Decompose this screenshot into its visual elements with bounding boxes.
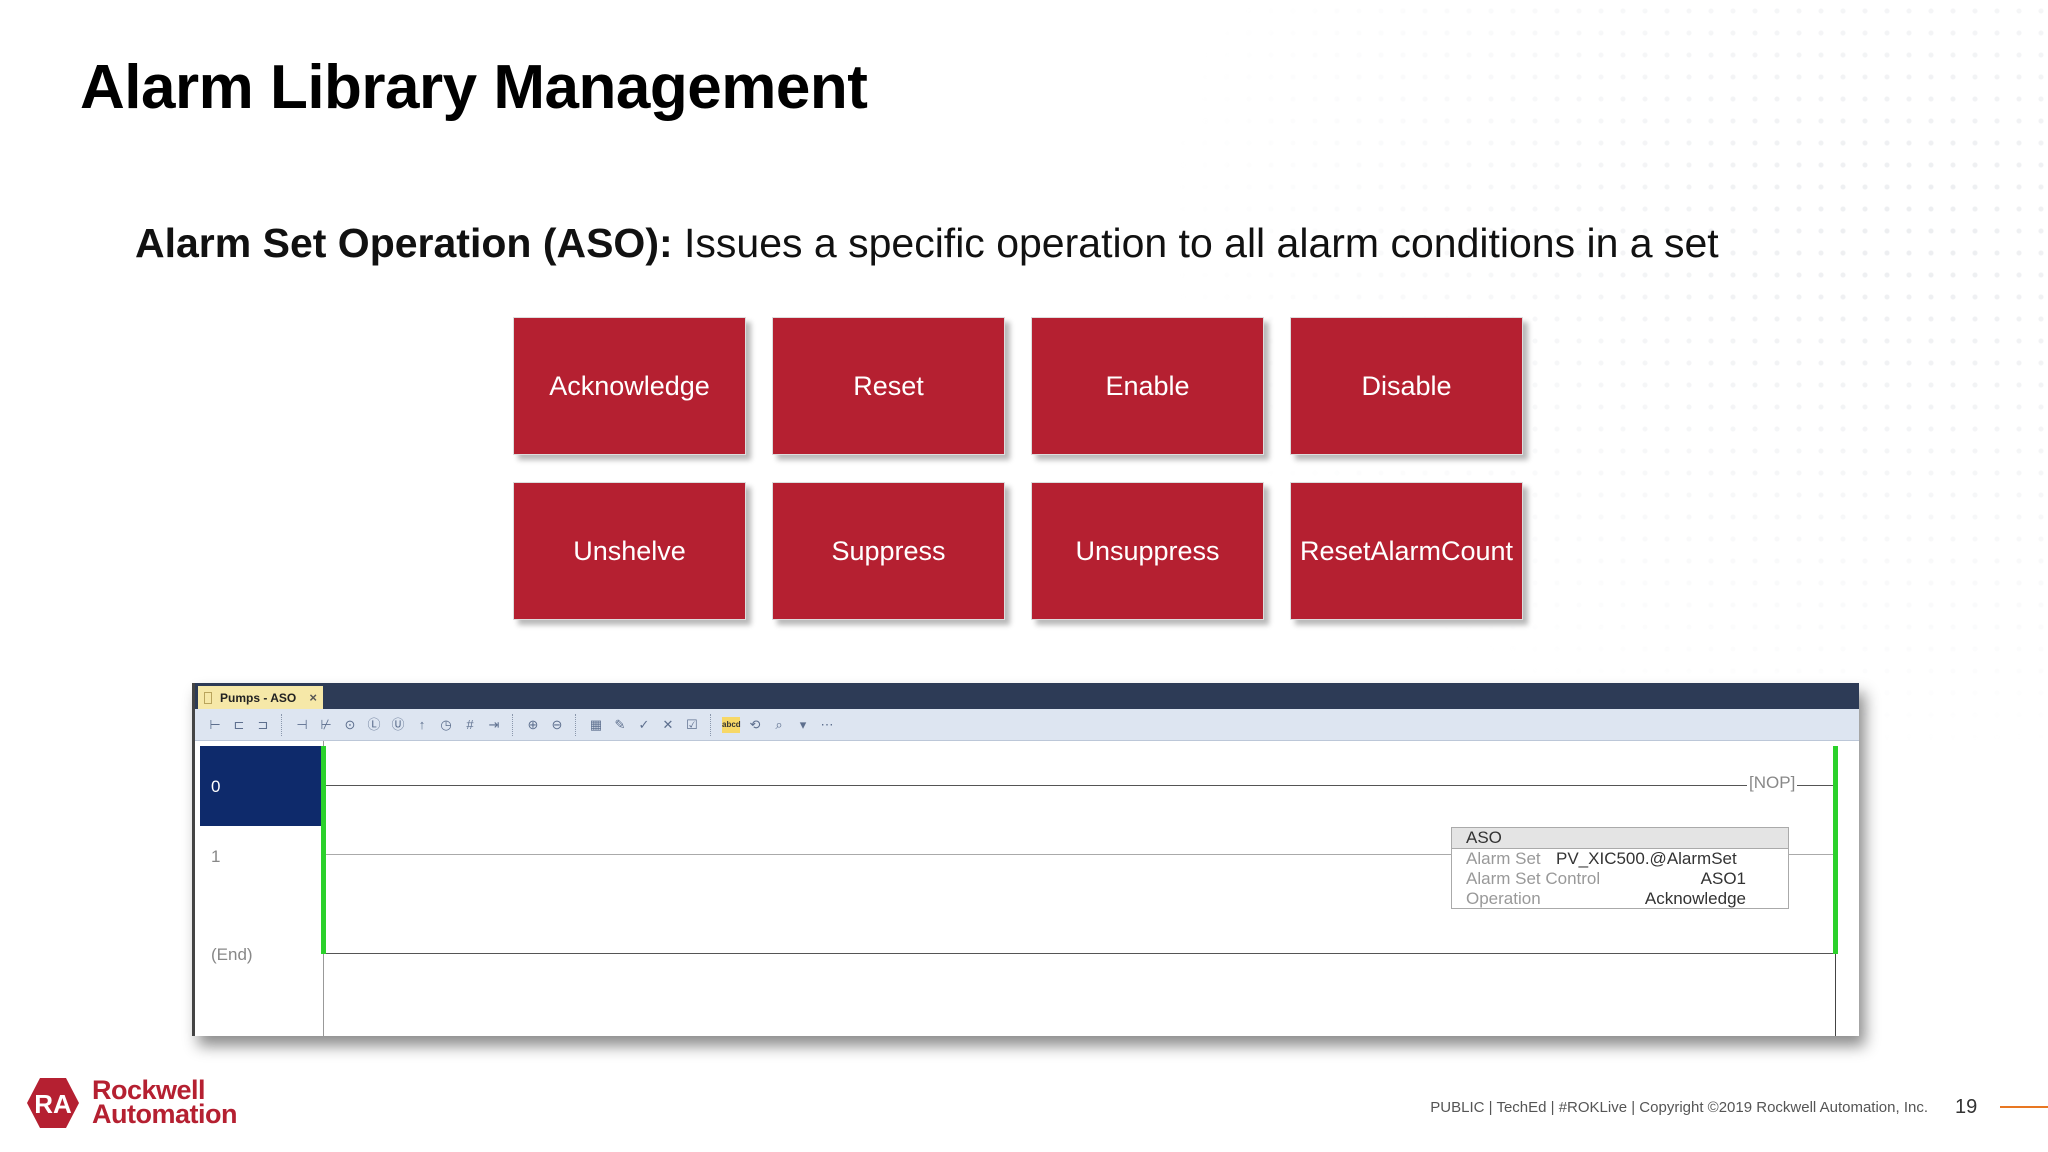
toolbar-separator bbox=[512, 713, 515, 736]
svg-text:RA: RA bbox=[34, 1089, 72, 1119]
tag-description-icon[interactable]: abcd bbox=[722, 716, 741, 733]
dropdown-arrow-icon[interactable]: ▾ bbox=[794, 717, 812, 733]
branch-icon[interactable]: ⊏ bbox=[230, 717, 248, 733]
accept-icon[interactable]: ✓ bbox=[635, 717, 653, 733]
edit-rung-icon[interactable]: ✎ bbox=[611, 717, 629, 733]
nop-instruction[interactable]: [NOP] bbox=[1747, 773, 1798, 793]
close-icon[interactable]: × bbox=[309, 690, 317, 705]
refresh-icon[interactable]: ⟲ bbox=[746, 717, 764, 733]
end-rung-wire bbox=[323, 953, 1835, 954]
ladder-area: 0 1 (End) [NOP] ASO Alarm Set PV_XIC500.… bbox=[195, 741, 1859, 1036]
ons-icon[interactable]: ↑ bbox=[413, 717, 431, 733]
operation-tile-enable: Enable bbox=[1031, 317, 1264, 455]
grid-icon[interactable]: ▦ bbox=[587, 717, 605, 733]
toolbar-separator bbox=[575, 713, 578, 736]
verify-icon[interactable]: ☑ bbox=[683, 717, 701, 733]
aso-value[interactable]: ASO1 bbox=[1701, 869, 1746, 889]
subtitle-description: Issues a specific operation to all alarm… bbox=[672, 220, 1719, 266]
jump-icon[interactable]: ⇥ bbox=[485, 717, 503, 733]
ladder-toolbar: ⊢ ⊏ ⊐ ⊣ ⊬ ⊙ Ⓛ Ⓤ ↑ ◷ # ⇥ ⊕ ⊖ ▦ ✎ ✓ ✕ ☑ ab… bbox=[195, 709, 1859, 741]
footer-legal: PUBLIC | TechEd | #ROKLive | Copyright ©… bbox=[1430, 1099, 1928, 1116]
xio-icon[interactable]: ⊬ bbox=[317, 717, 335, 733]
rung-number-1[interactable]: 1 bbox=[211, 847, 220, 867]
right-power-rail bbox=[1833, 746, 1838, 954]
ra-logo-mark-icon: RA bbox=[27, 1078, 79, 1128]
rung-number-0[interactable]: 0 bbox=[211, 777, 220, 797]
counter-icon[interactable]: # bbox=[461, 717, 479, 733]
aso-label: Operation bbox=[1466, 889, 1541, 908]
timer-icon[interactable]: ◷ bbox=[437, 717, 455, 733]
editor-tab-bar: Pumps - ASO × bbox=[195, 683, 1859, 709]
rung-0-wire bbox=[323, 785, 1833, 786]
otu-icon[interactable]: Ⓤ bbox=[389, 717, 407, 733]
rung-number-end[interactable]: (End) bbox=[211, 945, 253, 965]
left-power-rail bbox=[321, 746, 326, 954]
page-number: 19 bbox=[1955, 1096, 1978, 1118]
xic-icon[interactable]: ⊣ bbox=[293, 717, 311, 733]
ote-icon[interactable]: ⊙ bbox=[341, 717, 359, 733]
slide-title: Alarm Library Management bbox=[80, 53, 868, 122]
operations-grid: Acknowledge Reset Enable Disable Unshelv… bbox=[513, 317, 1523, 620]
otl-icon[interactable]: Ⓛ bbox=[365, 717, 383, 733]
aso-label: Alarm Set bbox=[1466, 849, 1541, 868]
aso-row-alarm-set: Alarm Set PV_XIC500.@AlarmSet bbox=[1452, 849, 1788, 869]
ladder-editor-window: Pumps - ASO × ⊢ ⊏ ⊐ ⊣ ⊬ ⊙ Ⓛ Ⓤ ↑ ◷ # ⇥ ⊕ … bbox=[192, 683, 1859, 1036]
aso-value[interactable]: PV_XIC500.@AlarmSet bbox=[1556, 849, 1737, 869]
toolbar-separator bbox=[281, 713, 284, 736]
operation-tile-unshelve: Unshelve bbox=[513, 482, 746, 620]
tab-pumps-aso[interactable]: Pumps - ASO × bbox=[198, 686, 323, 709]
aso-header: ASO bbox=[1452, 828, 1788, 849]
branch-level-icon[interactable]: ⊐ bbox=[254, 717, 272, 733]
zoom-out-icon[interactable]: ⊖ bbox=[548, 717, 566, 733]
right-rail-end bbox=[1835, 954, 1836, 1036]
brand-wordmark: Rockwell Automation bbox=[92, 1077, 237, 1129]
aso-instruction-block[interactable]: ASO Alarm Set PV_XIC500.@AlarmSet Alarm … bbox=[1451, 827, 1789, 909]
nop-label: NOP bbox=[1753, 773, 1791, 792]
options-icon[interactable]: ⋯ bbox=[818, 717, 836, 733]
tab-grip-icon bbox=[204, 691, 212, 704]
zoom-in-icon[interactable]: ⊕ bbox=[524, 717, 542, 733]
cancel-edit-icon[interactable]: ✕ bbox=[659, 717, 677, 733]
operation-tile-disable: Disable bbox=[1290, 317, 1523, 455]
aso-value[interactable]: Acknowledge bbox=[1645, 889, 1746, 909]
aso-row-operation: Operation Acknowledge bbox=[1452, 889, 1788, 909]
subtitle-term: Alarm Set Operation (ASO): bbox=[135, 220, 673, 266]
operation-tile-reset: Reset bbox=[772, 317, 1005, 455]
tab-label: Pumps - ASO bbox=[220, 690, 297, 705]
toolbar-separator bbox=[710, 713, 713, 736]
operation-tile-acknowledge: Acknowledge bbox=[513, 317, 746, 455]
aso-row-alarm-set-control: Alarm Set Control ASO1 bbox=[1452, 869, 1788, 889]
rockwell-logo: RA Rockwell Automation bbox=[26, 1072, 266, 1132]
aso-label: Alarm Set Control bbox=[1466, 869, 1601, 888]
operation-tile-suppress: Suppress bbox=[772, 482, 1005, 620]
page-accent-line bbox=[2000, 1106, 2048, 1108]
rung-icon[interactable]: ⊢ bbox=[206, 717, 224, 733]
operation-tile-resetalarmcount: ResetAlarmCount bbox=[1290, 482, 1523, 620]
brand-line-2: Automation bbox=[92, 1099, 237, 1129]
operation-tile-unsuppress: Unsuppress bbox=[1031, 482, 1264, 620]
slide-subtitle: Alarm Set Operation (ASO): Issues a spec… bbox=[135, 220, 1719, 267]
find-icon[interactable]: ⌕ bbox=[770, 717, 788, 733]
